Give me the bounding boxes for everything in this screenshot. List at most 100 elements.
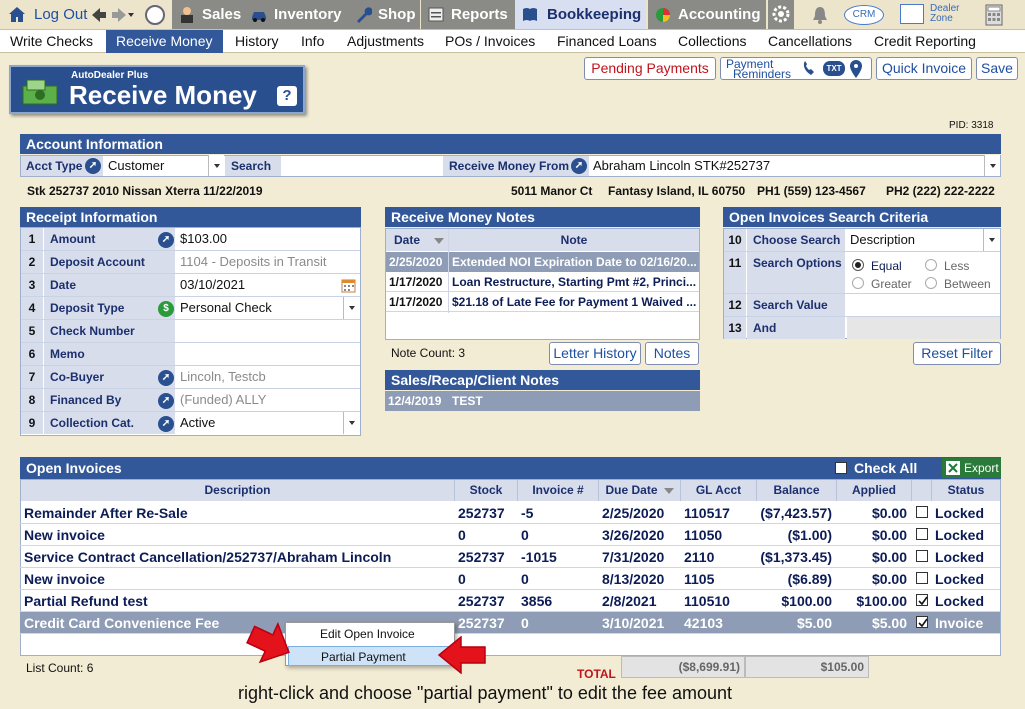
help-button[interactable]: ? [277,86,297,106]
amount-calc-icon[interactable]: ➚ [158,232,174,248]
calculator-icon[interactable] [985,4,1003,26]
col-invoice-number[interactable]: Invoice # [518,480,599,501]
radio-equal[interactable] [852,259,864,271]
collection-cat-dropdown-icon[interactable] [343,412,359,434]
cell-inv: 0 [521,615,529,631]
note-row[interactable]: 1/17/2020 $21.18 of Late Fee for Payment… [386,292,699,312]
memo-input[interactable] [177,343,357,365]
calendar-icon[interactable] [341,278,356,293]
crm-label: CRM [852,9,876,20]
crm-button[interactable]: CRM [844,5,884,25]
letter-history-button[interactable]: Letter History [549,342,641,365]
reset-filter-button[interactable]: Reset Filter [913,342,1001,365]
row-checkbox[interactable] [916,572,928,584]
subnav-collections[interactable]: Collections [674,30,750,53]
dealer-zone-link[interactable]: Dealer Zone [930,4,959,24]
payment-reminders-button[interactable]: Payment Reminders TXT [720,57,872,80]
choose-search-dropdown-icon[interactable] [983,229,999,251]
deposit-type-select[interactable]: Personal Check [177,297,337,319]
row-checkbox[interactable] [916,616,928,628]
receive-from-select[interactable]: Abraham Lincoln STK#252737 [591,156,981,176]
menu-partial-payment[interactable]: Partial Payment [288,646,452,666]
acct-type-lookup-icon[interactable]: ➚ [85,158,101,174]
radio-greater[interactable] [852,277,864,289]
radio-less[interactable] [925,259,937,271]
tab-reports[interactable]: Reports [421,0,515,29]
col-balance[interactable]: Balance [757,480,837,501]
subnav-receive-money[interactable]: Receive Money [106,30,223,53]
col-stock[interactable]: Stock [455,480,518,501]
col-status[interactable]: Status [932,480,1000,501]
tab-sales[interactable]: Sales [172,0,244,29]
financed-by-value: (Funded) ALLY [180,392,267,407]
co-buyer-label: Co-Buyer [44,366,175,388]
acct-type-dropdown-icon[interactable] [208,155,224,176]
notes-button[interactable]: Notes [645,342,699,365]
subnav-info[interactable]: Info [297,30,328,53]
tab-accounting[interactable]: Accounting [648,0,766,29]
subnav-history[interactable]: History [231,30,283,53]
date-input[interactable]: 03/10/2021 [177,274,337,296]
dealer-zone-icon[interactable] [900,4,924,24]
subnav-cancellations[interactable]: Cancellations [764,30,856,53]
check-number-input[interactable] [177,320,357,342]
table-row[interactable]: New invoice 0 0 3/26/2020 11050 ($1.00) $0.00 L… [20,524,1000,546]
col-gl-acct[interactable]: GL Acct [681,480,757,501]
acct-type-select[interactable]: Customer [105,156,223,176]
radio-between[interactable] [925,277,937,289]
search-input[interactable] [283,156,443,176]
tab-bookkeeping[interactable]: Bookkeeping [515,0,646,29]
table-row[interactable]: Credit Card Convenience Fee 252737 0 3/10/2… [20,612,1000,634]
table-row[interactable]: Service Contract Cancellation/252737/Abr… [20,546,1000,568]
radio-between-label: Between [944,277,991,291]
tab-inventory[interactable]: Inventory [244,0,348,29]
col-applied[interactable]: Applied [837,480,912,501]
check-all-checkbox[interactable] [835,462,847,474]
subnav-pos-invoices[interactable]: POs / Invoices [441,30,539,53]
search-value-input[interactable] [847,294,997,316]
notes-col-date[interactable]: Date [386,229,448,251]
red-arrow-left-icon [437,636,486,674]
col-due-date[interactable]: Due Date [599,480,681,501]
tab-shop[interactable]: Shop [348,0,420,29]
receive-from-lookup-icon[interactable]: ➚ [571,158,587,174]
collection-cat-lookup-icon[interactable]: ➚ [158,416,174,432]
amount-input[interactable]: $103.00 [177,228,357,250]
row-checkbox[interactable] [916,550,928,562]
subnav-write-checks[interactable]: Write Checks [6,30,97,53]
quick-invoice-button[interactable]: Quick Invoice [876,57,972,80]
cell-app: $0.00 [871,549,907,565]
table-row[interactable]: Partial Refund test 252737 3856 2/8/2021 110… [20,590,1000,612]
choose-search-select[interactable]: Description [847,229,983,251]
note-row[interactable]: 1/17/2020 Loan Restructure, Starting Pmt… [386,272,699,292]
export-button[interactable]: Export [942,458,1001,478]
row-checkbox[interactable] [916,506,928,518]
logout-link[interactable]: Log Out [6,0,88,29]
save-button[interactable]: Save [976,57,1018,80]
menu-edit-open-invoice[interactable]: Edit Open Invoice [288,624,452,644]
collection-cat-select[interactable]: Active [177,412,337,434]
user-avatar-icon[interactable] [145,5,165,25]
financed-by-lookup-icon[interactable]: ➚ [158,393,174,409]
red-arrow-right-icon [246,622,290,664]
tab-shop-label: Shop [378,6,416,23]
subnav-financed-loans[interactable]: Financed Loans [553,30,661,53]
pie-chart-icon [656,8,670,22]
deposit-type-dropdown-icon[interactable] [343,297,359,319]
table-row[interactable]: New invoice 0 0 8/13/2020 1105 ($6.89) $0.00 Lo… [20,568,1000,590]
note-row[interactable]: 2/25/2020 Extended NOI Expiration Date t… [386,252,699,272]
table-row[interactable]: Remainder After Re-Sale 252737 -5 2/25/2020… [20,502,1000,524]
recap-row[interactable]: 12/4/2019 TEST [385,391,700,411]
co-buyer-lookup-icon[interactable]: ➚ [158,370,174,386]
row-number: 1 [21,228,43,250]
pending-payments-button[interactable]: Pending Payments [584,57,716,80]
back-forward-nav[interactable] [90,6,136,24]
col-description[interactable]: Description [21,480,455,501]
bell-icon[interactable] [810,5,830,25]
subnav-credit-reporting[interactable]: Credit Reporting [870,30,980,53]
settings-button[interactable] [768,0,794,29]
row-checkbox[interactable] [916,594,928,606]
row-checkbox[interactable] [916,528,928,540]
subnav-adjustments[interactable]: Adjustments [343,30,428,53]
receive-from-dropdown-icon[interactable] [984,155,1000,176]
